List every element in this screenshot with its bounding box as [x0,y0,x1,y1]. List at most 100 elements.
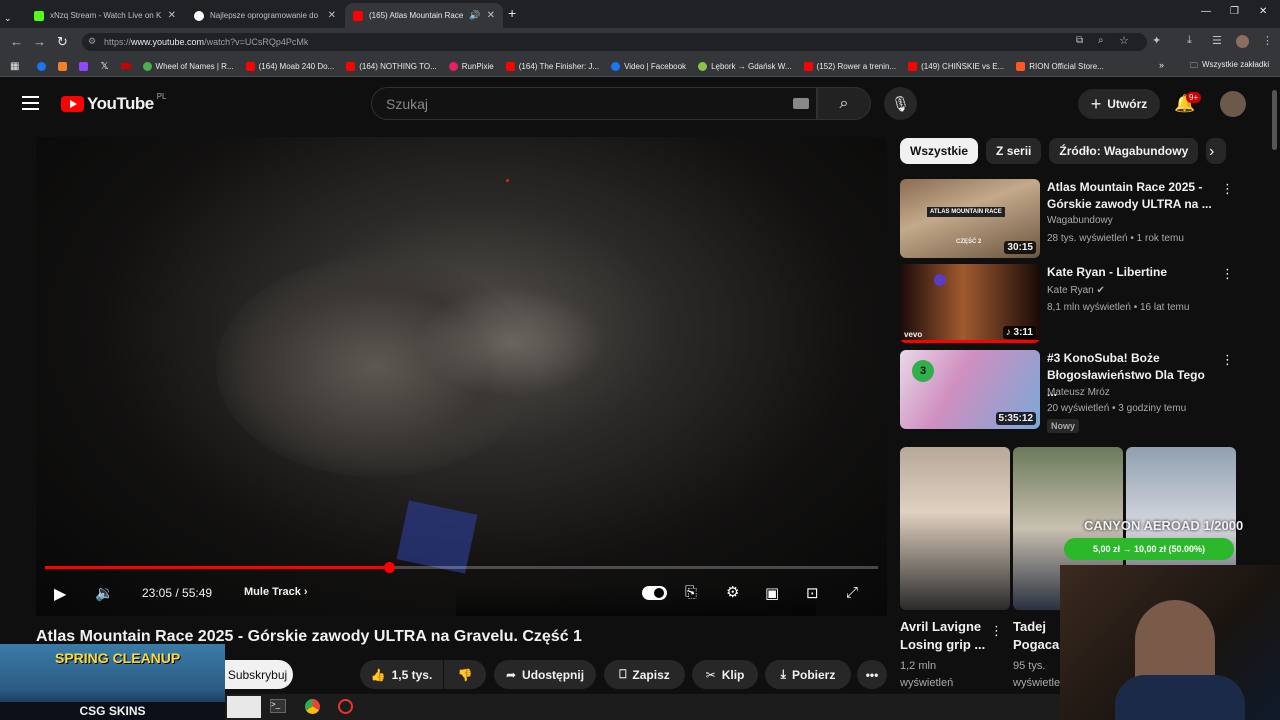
back-icon[interactable]: ← [10,34,23,49]
channel-name[interactable]: Mateusz Mróz [1047,387,1110,398]
channel-name-wrap[interactable]: Kate Ryan ✔ [1047,285,1105,296]
bookmark-label: (149) CHIŃSKIE vs E... [921,61,1005,71]
video-thumbnail[interactable]: 3 5:35:12 [900,350,1040,429]
search-button[interactable]: ⌕ [817,87,871,120]
voice-search-button[interactable]: 🎙 [884,87,917,120]
profile-avatar[interactable] [1236,35,1249,48]
create-button[interactable]: + Utwórz [1078,89,1160,119]
video-player[interactable] [36,137,887,616]
recommendation-title[interactable]: Kate Ryan - Libertine [1047,264,1217,281]
install-icon[interactable]: ⧉ [1076,35,1083,46]
recommendation-title[interactable]: Atlas Mountain Race 2025 - Górskie zawod… [1047,179,1217,213]
bookmark-x[interactable]: 𝕏 [100,61,108,72]
extensions-icon[interactable]: ✦ [1152,34,1161,47]
chrome-icon[interactable] [305,699,320,714]
search-input[interactable]: Szukaj [371,87,817,120]
more-bookmarks-icon[interactable]: » [1159,60,1164,70]
cast-icon[interactable]: ⊡ [806,584,819,602]
browser-menu-icon[interactable]: ⋮ [1262,34,1273,47]
speaker-icon[interactable]: 🔊 [469,10,480,21]
download-button[interactable]: ⤓ Pobierz [765,660,851,689]
chevron-right-icon[interactable]: › [1209,143,1214,161]
tab-youtube[interactable]: (165) Atlas Mountain Race 🔊 ✕ [345,3,503,28]
more-vert-icon[interactable]: ⋮ [1221,352,1234,368]
tab-software[interactable]: Najlepsze oprogramowanie do ✕ [186,3,344,28]
channel-name[interactable]: Kate Ryan [1047,285,1094,296]
url-domain: www.youtube.com [131,37,205,47]
bookmark-rower[interactable]: (152) Rower a trenin... [803,61,896,71]
more-vert-icon[interactable]: ⋮ [990,623,1003,639]
bookmark-finisher[interactable]: (164) The Finisher: J... [505,61,599,71]
like-button[interactable]: 👍 1,5 tys. [360,660,443,689]
save-button[interactable]: ⎕ Zapisz [604,660,685,689]
restore-icon[interactable]: ❐ [1230,6,1239,17]
taskbar-blank-app[interactable] [227,696,261,718]
menu-icon[interactable] [22,96,39,110]
obs-icon[interactable] [338,699,353,714]
more-vert-icon[interactable]: ⋮ [1221,266,1234,282]
chip-series[interactable]: Z serii [986,138,1042,164]
new-tab-button[interactable]: + [508,5,516,21]
forward-icon[interactable]: → [33,34,46,49]
terminal-icon[interactable]: >_ [270,699,286,713]
close-window-icon[interactable]: ✕ [1259,6,1267,17]
bookmark-icon: ⎕ [619,667,627,681]
video-thumbnail[interactable]: ATLAS MOUNTAIN RACE CZĘŚĆ 2 30:15 [900,179,1040,258]
close-tab-icon[interactable]: ✕ [487,10,495,21]
subscribe-button[interactable]: Subskrybuj [222,660,293,689]
zoom-icon[interactable]: ⌕ [1098,35,1104,46]
chip-all[interactable]: Wszystkie [900,138,979,164]
bookmark-star-icon[interactable]: ☆ [1119,34,1129,47]
chip-source[interactable]: Źródło: Wagabundowy [1049,138,1199,164]
url-field[interactable]: https://www.youtube.com/watch?v=UCsRQp4P… [82,33,1147,51]
channel-name[interactable]: Wagabundowy [1047,215,1113,226]
share-button[interactable]: ➦ Udostępnij [494,660,596,689]
bookmark-lebork[interactable]: Lębork → Gdańsk W... [698,61,792,71]
bookmark-nothing[interactable]: (164) NOTHING TO... [346,61,437,71]
more-actions-button[interactable]: ••• [857,660,887,689]
subtitles-icon[interactable]: ⎘ [685,584,697,601]
short-thumbnail[interactable] [900,447,1010,610]
autoplay-toggle[interactable] [642,586,667,600]
bookmark-red[interactable] [120,63,131,69]
all-bookmarks[interactable]: 🗀 Wszystkie zakładki [1190,60,1269,74]
chapter-button[interactable]: Mule Track › [244,586,308,598]
close-tab-icon[interactable]: ✕ [168,10,176,21]
dislike-button[interactable]: 👎 [444,660,486,689]
scrubber-handle[interactable] [384,562,396,573]
bookmark-rion[interactable]: RION Official Store... [1016,61,1104,71]
bookmark-wheel[interactable]: Wheel of Names | R... [142,61,234,71]
more-vert-icon[interactable]: ⋮ [1221,181,1234,197]
fullscreen-icon[interactable]: ⤢ [846,584,858,601]
bookmark-facebook-video[interactable]: Video | Facebook [611,61,686,71]
close-tab-icon[interactable]: ✕ [328,10,336,21]
reload-icon[interactable]: ↻ [57,34,68,50]
bookmark-runpixie[interactable]: RunPixie [448,61,494,71]
download-icon[interactable]: ⤓ [1187,34,1192,47]
settings-icon[interactable]: ⚙ [726,583,739,601]
bookmark-stack[interactable] [58,61,68,71]
avatar[interactable] [1220,91,1246,117]
tab-list-icon[interactable]: ☰ [1212,34,1222,47]
recommendation-item[interactable]: ATLAS MOUNTAIN RACE CZĘŚĆ 2 30:15 Atlas … [900,179,1240,259]
volume-icon[interactable]: 🔉 [95,584,114,602]
apps-icon[interactable]: ▦ [10,61,19,72]
minimize-icon[interactable]: — [1201,6,1211,17]
short-title[interactable]: Avril Lavigne Losing grip ... [900,618,995,654]
video-thumbnail[interactable]: vevo ♪ 3:11 [900,264,1040,343]
bookmark-facebook[interactable] [37,61,47,71]
keyboard-icon[interactable] [793,98,809,109]
recommendation-item[interactable]: vevo ♪ 3:11 Kate Ryan - Libertine Kate R… [900,264,1240,344]
bookmark-twitch[interactable] [79,61,89,71]
recommendation-item[interactable]: 3 5:35:12 #3 KonoSuba! Boże Błogosławień… [900,350,1240,435]
bookmark-chinskie[interactable]: (149) CHIŃSKIE vs E... [908,61,1005,71]
tab-kick[interactable]: xNzq Stream - Watch Live on K ✕ [26,3,184,28]
stack-icon [58,61,68,71]
play-icon[interactable]: ▶ [54,584,66,604]
miniplayer-icon[interactable]: ▣ [765,584,779,602]
clip-button[interactable]: ✂ Klip [692,660,758,689]
page-scrollbar[interactable] [1272,90,1277,150]
youtube-logo[interactable]: YouTube PL [61,92,167,114]
bookmark-moab[interactable]: (164) Moab 240 Do... [245,61,334,71]
site-info-icon[interactable]: ⚙ [88,36,96,47]
